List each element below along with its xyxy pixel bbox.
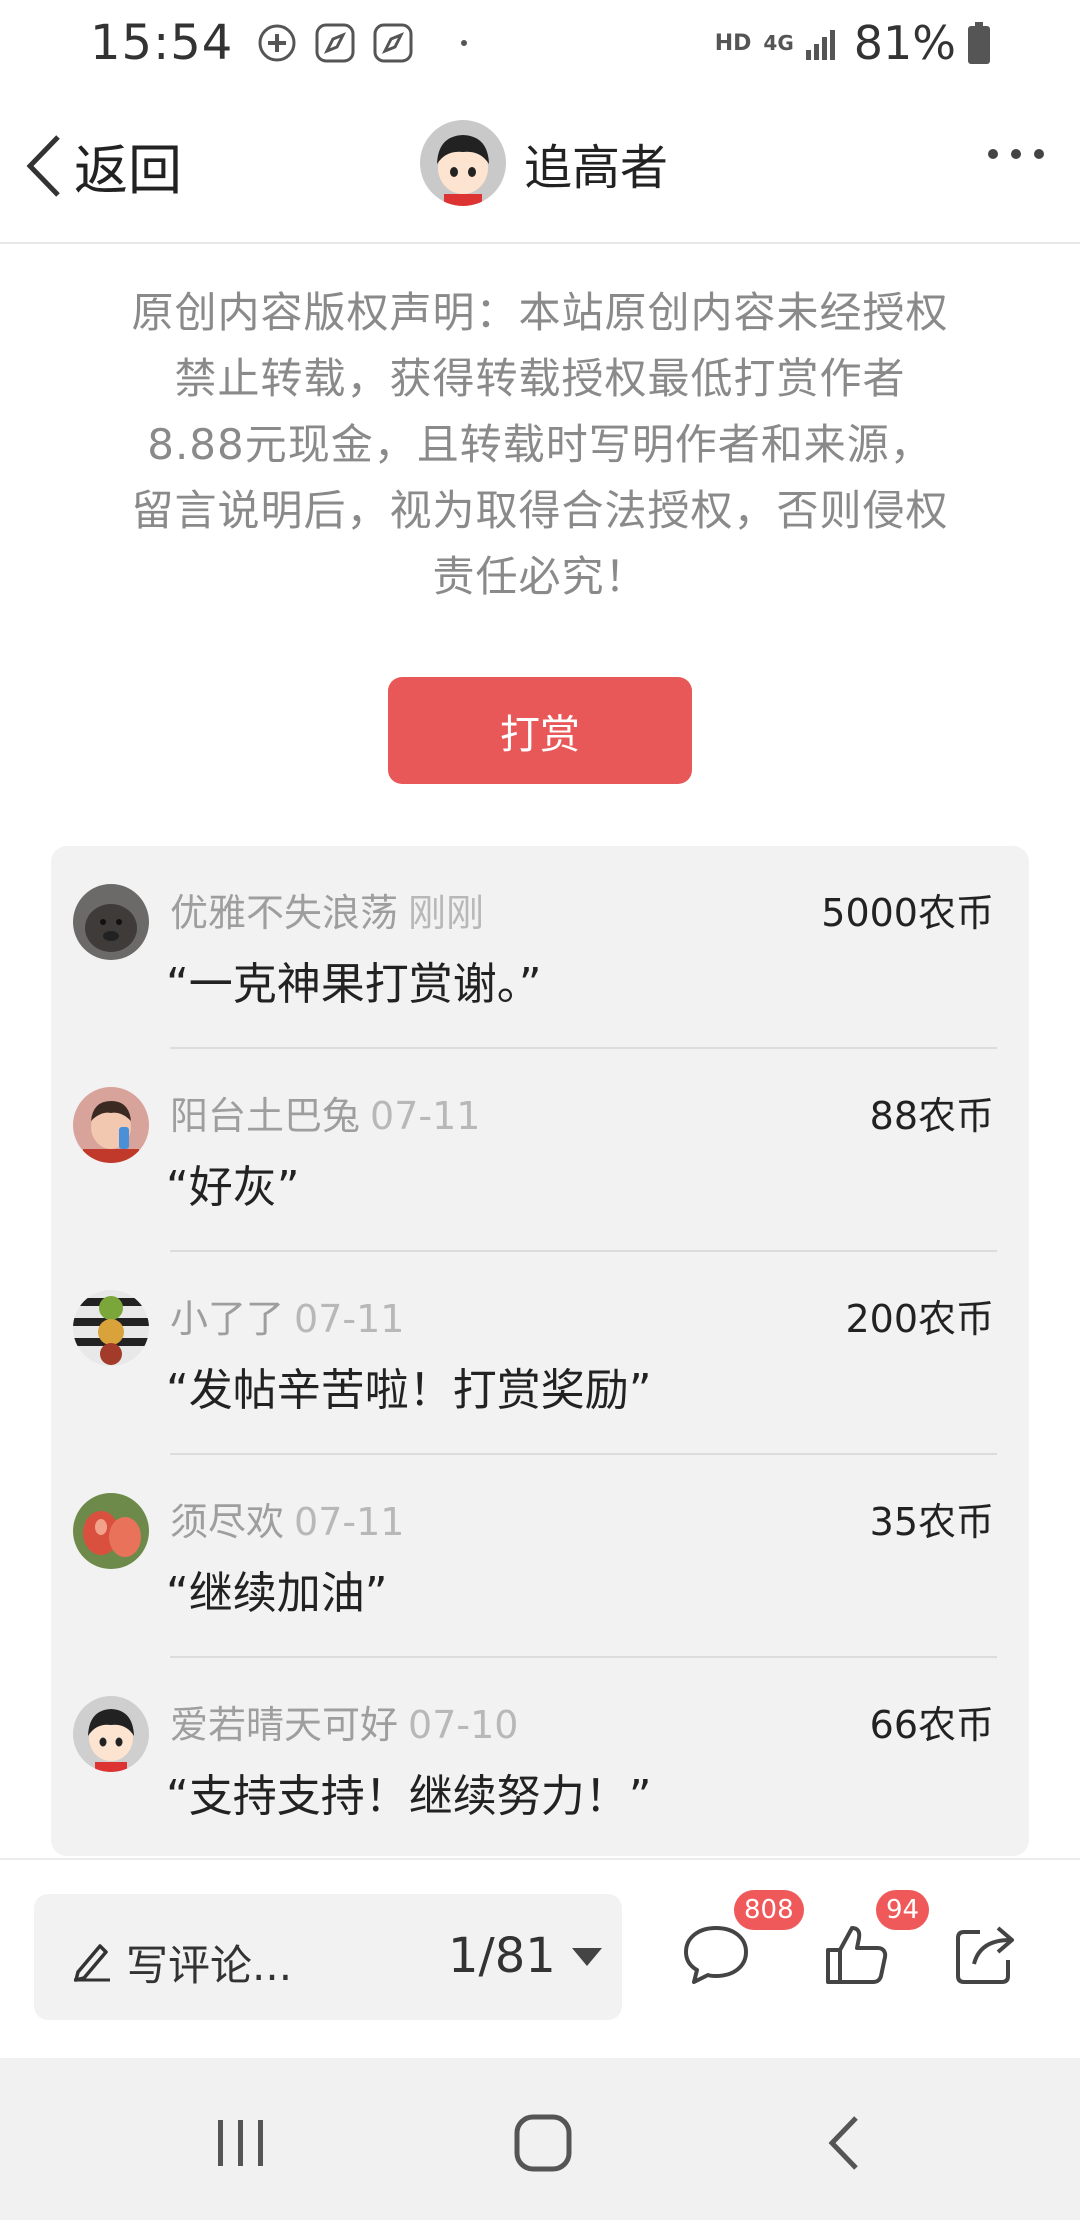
tip-amount: 35农币 (869, 1500, 994, 1544)
cartoon-avatar-icon (420, 120, 506, 206)
recent-apps-icon (218, 2120, 263, 2166)
tip-message: “好灰” (166, 1162, 300, 1213)
comment-input[interactable]: 写评论... 1/81 (34, 1894, 622, 2020)
like-button[interactable]: 94 (820, 1890, 930, 1990)
share-icon (956, 1926, 1014, 1984)
comment-bubble-icon (684, 1926, 748, 1984)
tip-username[interactable]: 优雅不失浪荡 (170, 891, 398, 935)
compass-app-icon (315, 23, 355, 63)
comment-count-badge: 808 (734, 1890, 804, 1930)
compass-app-icon-2 (373, 23, 413, 63)
comment-placeholder: 写评论... (126, 1941, 293, 1990)
comments-button[interactable]: 808 (680, 1890, 804, 1990)
bottom-action-bar: 写评论... 1/81 808 94 (0, 1858, 1080, 2058)
copyright-notice: 原创内容版权声明：本站原创内容未经授权禁止转载，获得转载授权最低打赏作者8.88… (131, 288, 949, 601)
battery-icon (968, 22, 990, 64)
avatar[interactable] (73, 884, 149, 960)
caret-down-icon[interactable] (572, 1948, 602, 1966)
home-button[interactable] (508, 2108, 578, 2178)
hd-voice-indicator: HD (714, 30, 752, 56)
tip-username[interactable]: 须尽欢 (170, 1500, 284, 1544)
thumbs-up-icon (826, 1926, 888, 1984)
dog-photo-avatar-icon (73, 884, 149, 960)
tip-username[interactable]: 爱若晴天可好 (170, 1703, 398, 1747)
tip-meta: 优雅不失浪荡 刚刚 (170, 882, 484, 937)
tip-meta: 爱若晴天可好 07-10 (170, 1694, 518, 1749)
tip-time: 07-11 (370, 1094, 481, 1138)
more-notifications-dot (461, 40, 468, 46)
author-info[interactable]: 追高者 (420, 120, 668, 206)
tip-amount: 5000农币 (821, 891, 994, 935)
more-options-button[interactable] (986, 146, 1046, 165)
child-photo-avatar-icon (73, 1087, 149, 1163)
avatar[interactable] (420, 120, 506, 206)
tip-amount: 66农币 (869, 1703, 994, 1747)
cartoon-avatar-icon (73, 1696, 149, 1772)
tip-meta: 阳台土巴兔 07-11 (170, 1085, 480, 1140)
network-type-indicator: 4G (763, 31, 794, 55)
signal-icon (805, 30, 835, 60)
avatar[interactable] (73, 1493, 149, 1569)
back-label: 返回 (74, 139, 182, 202)
tip-time: 刚刚 (408, 891, 485, 935)
battery-percent: 81% (853, 16, 956, 70)
recent-apps-button[interactable] (206, 2108, 276, 2178)
like-count-badge: 94 (876, 1890, 930, 1930)
list-item[interactable]: 阳台土巴兔 07-11 88农币 “好灰” (51, 1049, 1029, 1252)
status-right-group: HD 4G 81% (715, 16, 990, 70)
plus-circle-icon (258, 24, 296, 62)
list-item[interactable]: 优雅不失浪荡 刚刚 5000农币 “一克神果打赏谢。” (51, 846, 1029, 1049)
tip-message: “一克神果打赏谢。” (166, 959, 542, 1010)
tip-meta: 须尽欢 07-11 (170, 1491, 404, 1546)
tip-time: 07-11 (294, 1297, 405, 1341)
fig-photo-avatar-icon (73, 1493, 149, 1569)
status-bar: 15:54 HD 4G 81% (0, 0, 1080, 86)
tips-list: 优雅不失浪荡 刚刚 5000农币 “一克神果打赏谢。” 阳台土巴兔 07-11 88… (51, 846, 1029, 1856)
avatar[interactable] (73, 1087, 149, 1163)
tip-message: “支持支持！继续努力！” (166, 1771, 652, 1822)
page-indicator[interactable]: 1/81 (448, 1928, 556, 1984)
list-item[interactable]: 爱若晴天可好 07-10 66农币 “支持支持！继续努力！” (51, 1658, 1029, 1856)
pencil-icon (74, 1944, 110, 1982)
tip-time: 07-10 (408, 1703, 519, 1747)
tip-username[interactable]: 小了了 (170, 1297, 284, 1341)
tip-amount: 200农币 (845, 1297, 994, 1341)
more-dots-icon (988, 149, 1044, 159)
share-button[interactable] (950, 1918, 1022, 1990)
status-notification-icons (255, 21, 415, 65)
tip-meta: 小了了 07-11 (170, 1288, 404, 1343)
home-icon (514, 2114, 572, 2172)
system-back-button[interactable] (812, 2108, 882, 2178)
header: 返回 追高者 (0, 86, 1080, 244)
list-item[interactable]: 须尽欢 07-11 35农币 “继续加油” (51, 1455, 1029, 1658)
tip-message: “发帖辛苦啦！打赏奖励” (166, 1365, 652, 1416)
tip-time: 07-11 (294, 1500, 405, 1544)
list-item[interactable]: 小了了 07-11 200农币 “发帖辛苦啦！打赏奖励” (51, 1252, 1029, 1455)
back-arrow-icon (828, 2116, 858, 2170)
avatar[interactable] (73, 1290, 149, 1366)
back-button[interactable]: 返回 (22, 126, 182, 205)
system-navigation-bar (0, 2058, 1080, 2220)
status-time: 15:54 (90, 15, 234, 71)
chevron-left-icon (26, 134, 60, 197)
tip-amount: 88农币 (869, 1094, 994, 1138)
fruit-photo-avatar-icon (73, 1290, 149, 1366)
tip-button[interactable]: 打赏 (388, 677, 692, 784)
tip-username[interactable]: 阳台土巴兔 (170, 1094, 360, 1138)
tip-message: “继续加油” (166, 1568, 388, 1619)
avatar[interactable] (73, 1696, 149, 1772)
author-name: 追高者 (524, 140, 669, 196)
